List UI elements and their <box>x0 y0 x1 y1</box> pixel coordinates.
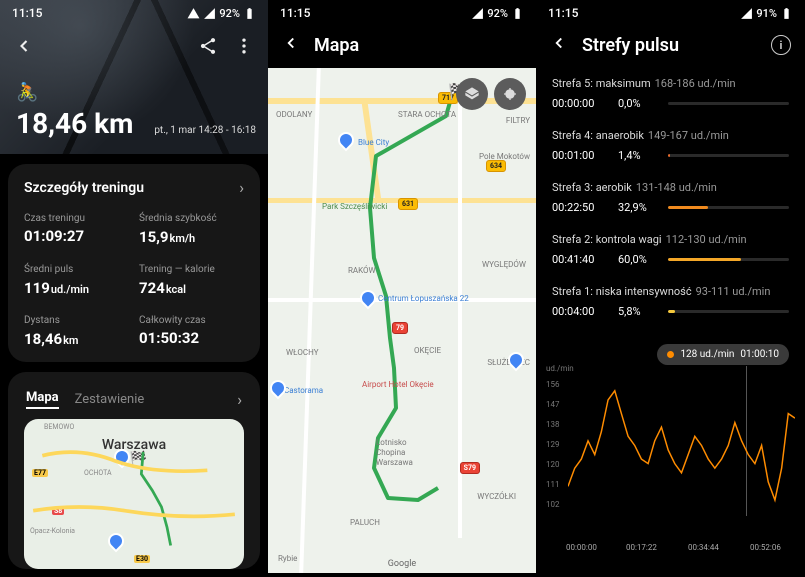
map-label: Lotnisko <box>376 438 407 447</box>
map-label: ODOLANY <box>276 110 312 119</box>
cycling-icon: 🚴 <box>16 82 133 103</box>
map-label: FILTRY <box>506 116 530 125</box>
map-label: Castorama <box>284 386 323 395</box>
x-tick: 00:17:22 <box>626 543 657 552</box>
y-tick: 120 <box>546 460 560 469</box>
map-title: Mapa <box>314 35 359 56</box>
status-time: 11:15 <box>12 6 42 20</box>
fullscreen-map[interactable]: ODOLANY STARA OCHOTA FILTRY Blue City Po… <box>268 68 536 573</box>
chart-line <box>568 368 795 516</box>
y-tick: 129 <box>546 440 560 449</box>
more-icon[interactable] <box>234 36 254 60</box>
hr-zone-row: Strefa 1: niska intensywność93-111 ud./m… <box>536 278 805 330</box>
status-icons: 92% <box>187 7 256 20</box>
google-attribution: Google <box>388 559 416 569</box>
minimap[interactable]: Warszawa 🏁 E77 S8 E30 BEMOWO OCHOTA Opac… <box>24 419 244 569</box>
map-label: OKĘCIE <box>414 346 441 355</box>
details-title: Szczegóły treningu <box>24 180 144 196</box>
tab-map[interactable]: Mapa <box>26 390 59 409</box>
chevron-right-icon: › <box>239 178 244 197</box>
map-label: Chopina <box>376 448 405 457</box>
map-label: Warszawa <box>376 458 413 467</box>
road-shield: 79 <box>392 322 408 334</box>
share-icon[interactable] <box>198 36 218 60</box>
hr-zone-row: Strefa 5: maksimum168-186 ud./min 00:00:… <box>536 70 805 122</box>
map-label: Rybie <box>278 554 297 563</box>
map-label: WYGLĘDÓW <box>482 260 526 269</box>
stat-calories: Trening — kalorie 724kcal <box>139 264 244 297</box>
route-line <box>24 419 244 557</box>
map-label: Park Szczęśliwicki <box>322 202 387 211</box>
info-button[interactable]: i <box>771 35 791 55</box>
y-tick: 156 <box>546 380 560 389</box>
back-icon[interactable] <box>282 34 300 56</box>
y-tick: 138 <box>546 420 560 429</box>
hero-datetime: pt., 1 mar 14:28 - 16:18 <box>154 125 256 136</box>
map-label: WŁOCHY <box>286 348 319 357</box>
stat-distance: Dystans 18,46km <box>24 315 129 348</box>
map-label: PALUCH <box>350 518 380 527</box>
hr-chart[interactable]: 128 ud./min 01:00:10 ud./min 156 147 138… <box>546 344 795 544</box>
road-shield: S79 <box>460 462 480 474</box>
status-icons: 92% <box>471 7 524 20</box>
stat-avgspeed: Średnia szybkość 15,9km/h <box>139 213 244 246</box>
map-label: WYCZÓŁKI <box>477 492 516 501</box>
stat-totaltime: Całkowity czas 01:50:32 <box>139 315 244 348</box>
road-shield: 631 <box>398 198 418 210</box>
stat-avghr: Średni puls 119ud./min <box>24 264 129 297</box>
back-icon[interactable] <box>550 34 568 56</box>
dot-icon <box>667 351 674 358</box>
layers-button[interactable] <box>456 78 488 110</box>
y-tick: 147 <box>546 400 560 409</box>
x-tick: 00:34:44 <box>688 543 719 552</box>
details-header[interactable]: Szczegóły treningu › <box>24 178 244 197</box>
x-tick: 00:52:06 <box>750 543 781 552</box>
hr-zone-row: Strefa 3: aerobik131-148 ud./min 00:22:5… <box>536 174 805 226</box>
zones-title: Strefy pulsu <box>582 35 757 56</box>
map-label: RAKÓW <box>348 266 376 275</box>
tab-summary[interactable]: Zestawienie <box>75 392 145 407</box>
map-label: STARA OCHOTA <box>398 110 456 119</box>
status-time: 11:15 <box>548 6 578 20</box>
chevron-right-icon[interactable]: › <box>237 390 242 409</box>
map-label: Airport Hotel Okęcie <box>362 380 434 389</box>
status-time: 11:15 <box>280 6 310 20</box>
hero-distance: 18,46 km <box>16 107 133 140</box>
back-icon[interactable] <box>14 36 34 60</box>
y-tick: 102 <box>546 500 560 509</box>
road-shield: 634 <box>486 160 506 172</box>
map-label: Blue City <box>358 138 389 147</box>
hr-zone-row: Strefa 2: kontrola wagi112-130 ud./min 0… <box>536 226 805 278</box>
x-tick: 00:00:00 <box>566 543 597 552</box>
status-icons: 91% <box>740 7 793 20</box>
map-label: Centrum Łopuszańska 22 <box>378 294 469 303</box>
chart-tooltip: 128 ud./min 01:00:10 <box>657 344 789 365</box>
hr-zone-row: Strefa 4: anaerobik149-167 ud./min 00:01… <box>536 122 805 174</box>
y-tick: 111 <box>546 480 560 489</box>
stat-duration: Czas treningu 01:09:27 <box>24 213 129 246</box>
locate-button[interactable] <box>494 78 526 110</box>
